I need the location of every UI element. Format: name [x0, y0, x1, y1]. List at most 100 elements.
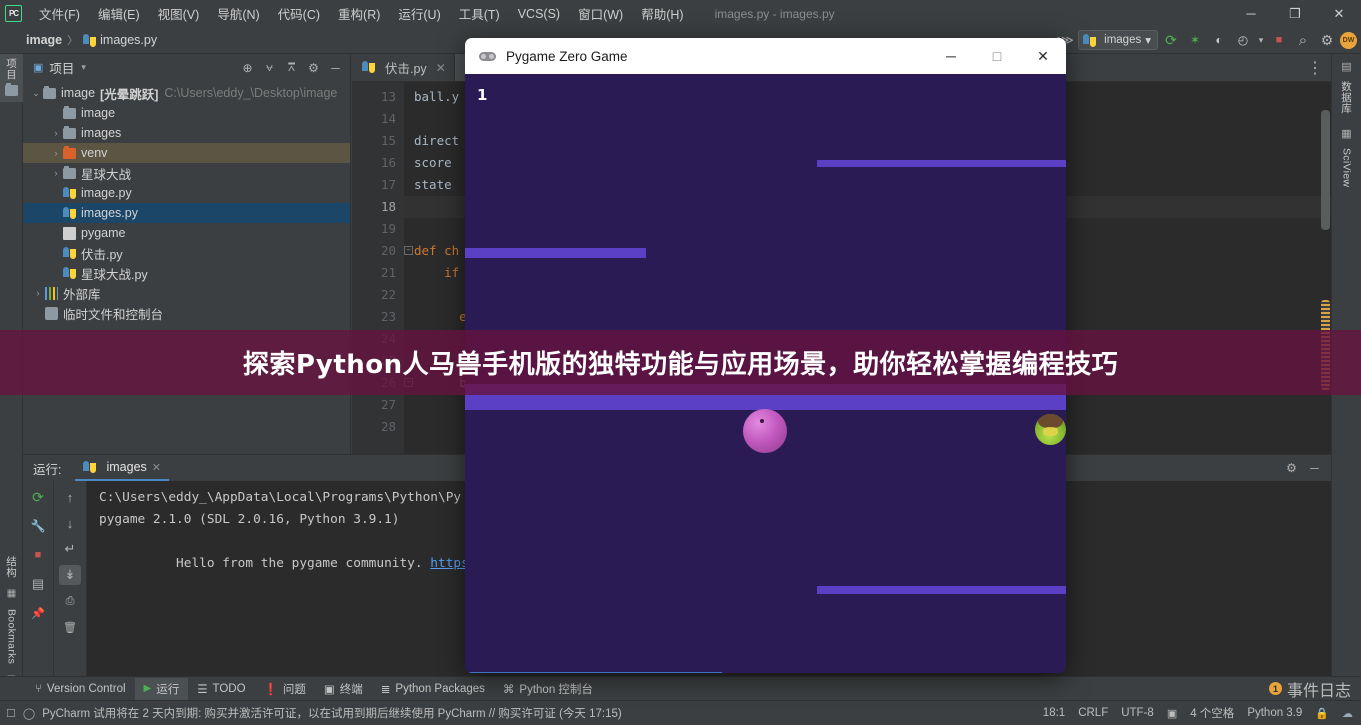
- pygame-window-controls: ─ □ ✕: [928, 38, 1066, 74]
- sidebar-item-structure-label[interactable]: 结构: [4, 556, 19, 578]
- caret-position[interactable]: 18:1: [1043, 707, 1065, 719]
- wrench-icon[interactable]: 🔧: [27, 516, 49, 536]
- tool-python-console[interactable]: ⌘ Python 控制台: [494, 678, 602, 700]
- python-file-icon: [63, 246, 76, 260]
- tree-item-xingqiudazhan-py[interactable]: 星球大战.py: [23, 263, 350, 283]
- pin-icon[interactable]: 📌: [27, 603, 49, 623]
- scroll-to-end-icon[interactable]: ↡: [59, 565, 81, 585]
- scroll-down-icon[interactable]: ↓: [59, 513, 81, 533]
- breadcrumb-file[interactable]: images.py: [83, 33, 157, 47]
- scroll-up-icon[interactable]: ↑: [59, 487, 81, 507]
- window-minimize-button[interactable]: ─: [1229, 0, 1273, 27]
- menu-navigate[interactable]: 导航(N): [208, 1, 268, 26]
- menu-tools[interactable]: 工具(T): [450, 1, 509, 26]
- tree-item-xingqiudazhan-folder[interactable]: › 星球大战: [23, 163, 350, 183]
- close-icon[interactable]: ✕: [152, 461, 161, 474]
- tool-version-control[interactable]: ⑂ Version Control: [26, 678, 135, 700]
- menu-vcs[interactable]: VCS(S): [509, 4, 569, 24]
- breadcrumb-project[interactable]: image: [26, 33, 62, 47]
- pygame-maximize-button[interactable]: □: [974, 38, 1020, 74]
- tree-item-label: pygame: [81, 226, 126, 240]
- indent-size[interactable]: 4 个空格: [1190, 705, 1234, 721]
- menu-window[interactable]: 窗口(W): [569, 1, 632, 26]
- tab-fuji-py[interactable]: 伏击.py ✕: [352, 54, 455, 81]
- search-icon[interactable]: ⌕: [1292, 30, 1314, 50]
- clear-icon[interactable]: 🗑: [59, 617, 81, 637]
- memory-indicator-icon[interactable]: ☐: [6, 707, 16, 720]
- soft-wrap-icon[interactable]: ↵: [59, 539, 81, 559]
- chevron-right-icon[interactable]: ›: [49, 168, 63, 178]
- line-number-current: 18: [380, 199, 396, 214]
- menu-file[interactable]: 文件(F): [30, 1, 89, 26]
- hide-panel-icon[interactable]: ─: [1304, 458, 1325, 478]
- menu-code[interactable]: 代码(C): [269, 1, 329, 26]
- cloud-icon[interactable]: ☁: [1342, 707, 1353, 720]
- run-icon[interactable]: ⟳: [1160, 30, 1182, 50]
- debug-icon[interactable]: ✶: [1184, 30, 1206, 50]
- menu-help[interactable]: 帮助(H): [632, 1, 692, 26]
- tree-item-venv[interactable]: › venv: [23, 143, 350, 163]
- editor-options-icon[interactable]: ⋮: [1299, 54, 1331, 81]
- window-close-button[interactable]: ✕: [1317, 0, 1361, 27]
- tool-problems[interactable]: ❗ 问题: [255, 678, 315, 700]
- chevron-down-icon-profile[interactable]: ▾: [1256, 30, 1266, 50]
- close-icon[interactable]: ✕: [436, 61, 446, 75]
- pygame-close-button[interactable]: ✕: [1020, 38, 1066, 74]
- profile-icon[interactable]: ◴: [1232, 30, 1254, 50]
- chevron-right-icon[interactable]: ›: [49, 128, 63, 138]
- sidebar-item-sciview-label[interactable]: SciView: [1341, 148, 1353, 187]
- pygame-minimize-button[interactable]: ─: [928, 38, 974, 74]
- rerun-icon[interactable]: ⟳: [27, 487, 49, 507]
- expand-all-icon[interactable]: ⩝: [259, 58, 280, 78]
- event-log-group[interactable]: 1 事件日志: [1268, 677, 1361, 701]
- settings-icon[interactable]: ⚙: [1316, 30, 1338, 50]
- account-avatar-icon[interactable]: DW: [1340, 31, 1357, 49]
- chevron-right-icon[interactable]: ›: [49, 148, 63, 158]
- stop-icon[interactable]: ■: [1268, 30, 1290, 50]
- tool-todo[interactable]: ☰ TODO: [188, 678, 254, 700]
- status-message[interactable]: PyCharm 试用将在 2 天内到期: 购买并激活许可证，以在试用到期后继续使…: [42, 705, 622, 721]
- python-file-icon: [63, 186, 76, 200]
- chevron-down-icon[interactable]: ▾: [81, 62, 86, 73]
- tree-item-external-libraries[interactable]: › 外部库: [23, 283, 350, 303]
- sidebar-item-project-label[interactable]: 项目: [4, 58, 19, 80]
- chevron-right-icon[interactable]: ›: [31, 288, 45, 298]
- window-restore-button[interactable]: ❐: [1273, 0, 1317, 27]
- settings-icon[interactable]: ⚙: [1281, 458, 1302, 478]
- menu-refactor[interactable]: 重构(R): [329, 1, 389, 26]
- tree-item-image-py[interactable]: image.py: [23, 183, 350, 203]
- coverage-icon[interactable]: ◐: [1208, 30, 1230, 50]
- indent-config-icon[interactable]: ▣: [1167, 707, 1177, 720]
- layout-icon[interactable]: ▤: [27, 574, 49, 594]
- tool-python-packages[interactable]: ≣ Python Packages: [372, 678, 494, 700]
- tree-item-scratches-consoles[interactable]: 临时文件和控制台: [23, 303, 350, 323]
- progress-spinner-icon: ◯: [22, 707, 36, 720]
- editor-vertical-scrollbar[interactable]: [1321, 110, 1330, 230]
- sidebar-item-bookmarks-label[interactable]: Bookmarks: [6, 609, 18, 664]
- print-icon[interactable]: ⎙: [59, 591, 81, 611]
- lock-icon[interactable]: 🔒: [1315, 707, 1329, 720]
- menu-run[interactable]: 运行(U): [389, 1, 449, 26]
- tree-item-images-py[interactable]: images.py: [23, 203, 350, 223]
- tool-terminal[interactable]: ▣ 终端: [315, 678, 372, 700]
- collapse-all-icon[interactable]: ⩞: [281, 58, 302, 78]
- tree-item-image-folder[interactable]: image: [23, 103, 350, 123]
- tree-item-image-root[interactable]: ⌄ image [光晕跳跃] C:\Users\eddy_\Desktop\im…: [23, 83, 350, 103]
- tree-item-fuji-py[interactable]: 伏击.py: [23, 243, 350, 263]
- chevron-expanded-icon[interactable]: ⌄: [29, 88, 43, 99]
- line-separator[interactable]: CRLF: [1078, 707, 1108, 719]
- python-interpreter[interactable]: Python 3.9: [1247, 707, 1302, 719]
- tool-run[interactable]: ▶ 运行: [134, 677, 189, 700]
- run-configuration-selector[interactable]: images ▾: [1078, 30, 1158, 50]
- tree-item-images-folder[interactable]: › images: [23, 123, 350, 143]
- hide-panel-icon[interactable]: ─: [325, 58, 346, 78]
- stop-icon[interactable]: ■: [27, 545, 49, 565]
- run-tab-images[interactable]: images ✕: [75, 455, 169, 481]
- settings-icon[interactable]: ⚙: [303, 58, 324, 78]
- menu-view[interactable]: 视图(V): [149, 1, 209, 26]
- menu-edit[interactable]: 编辑(E): [89, 1, 149, 26]
- file-encoding[interactable]: UTF-8: [1121, 707, 1154, 719]
- locate-icon[interactable]: ⊕: [237, 58, 258, 78]
- tree-item-pygame[interactable]: pygame: [23, 223, 350, 243]
- sidebar-item-database-label[interactable]: 数据库: [1339, 81, 1354, 113]
